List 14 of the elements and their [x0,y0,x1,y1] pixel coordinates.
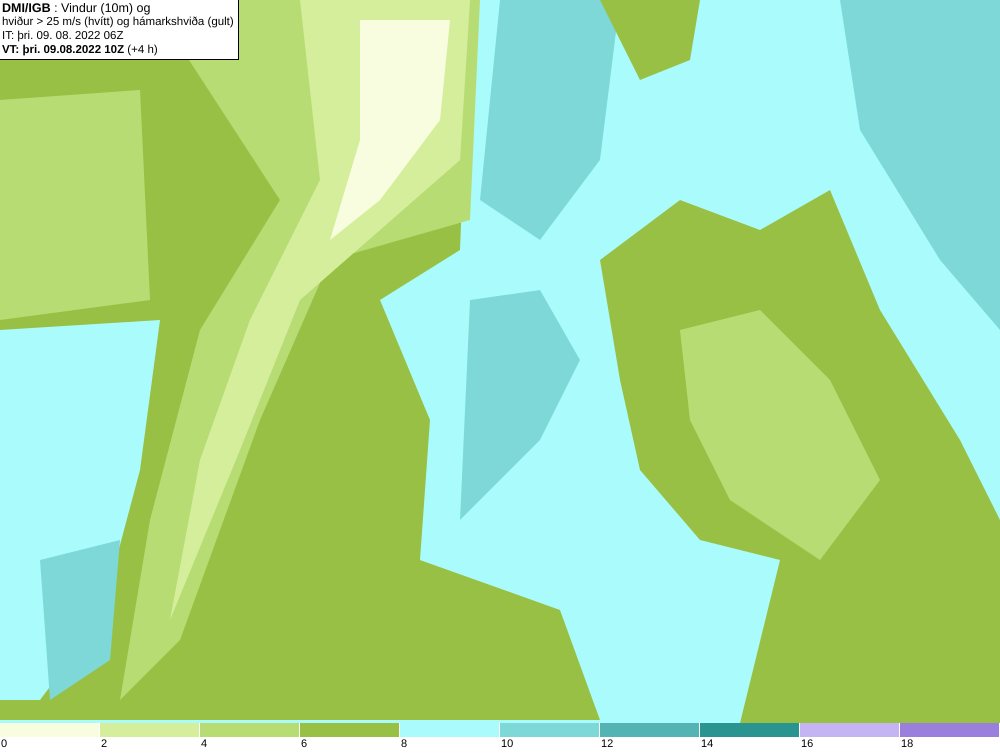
scale-label: 0 [0,737,8,752]
legend-text: hviður > 25 m/s (hvítt) og hámarkshviða (gult) [2,15,234,29]
scale-label: 2 [100,737,108,752]
scale-label: 6 [300,737,308,752]
scale-label: 14 [700,737,714,752]
legend-text: VT: þri. 09.08.2022 10Z (+4 h) [2,43,159,57]
legend-text: IT: þri. 09. 08. 2022 06Z [2,29,124,43]
scale-label: 16 [800,737,814,752]
scale-label: 12 [600,737,614,752]
scale-label: 4 [200,737,208,752]
legend-text: DMI/IGB : Vindur (10m) og [2,1,152,15]
scale-label: 8 [400,737,408,752]
scale-label: 10 [500,737,514,752]
scale-label: 18 [900,737,914,752]
